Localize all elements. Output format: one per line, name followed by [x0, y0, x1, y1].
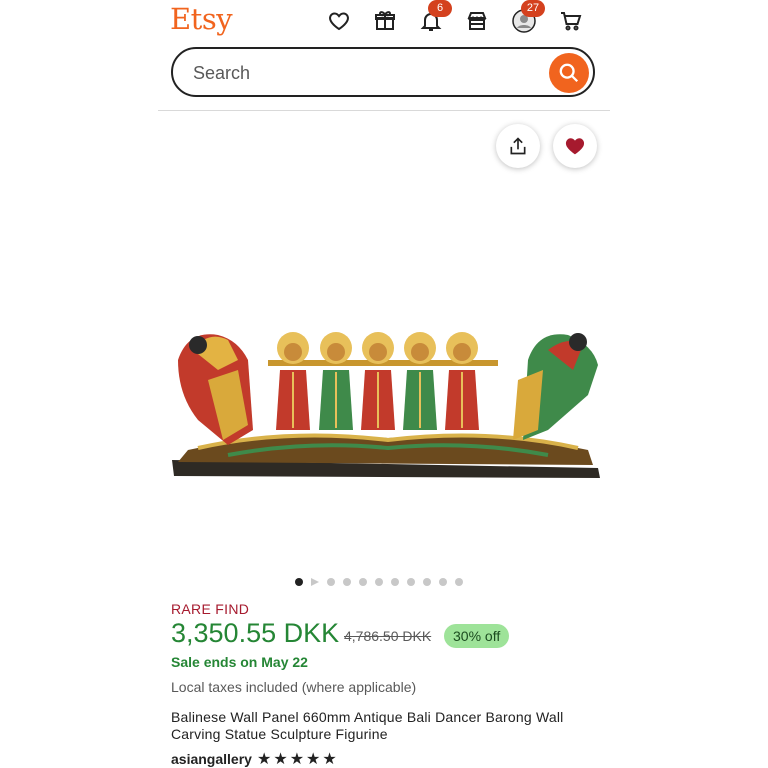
share-icon [510, 137, 526, 155]
product-image[interactable] [168, 300, 608, 500]
top-nav: Etsy 6 27 [158, 0, 610, 40]
rating-stars[interactable]: ★ ★ ★ ★ ★ [257, 751, 337, 768]
account-badge: 27 [521, 0, 545, 17]
notifications-badge: 6 [428, 0, 452, 17]
gallery-dot[interactable] [439, 578, 447, 586]
video-play-icon[interactable] [311, 578, 319, 586]
rare-find-label: RARE FIND [171, 601, 250, 617]
star-icon: ★ [306, 751, 321, 768]
gallery-dot[interactable] [455, 578, 463, 586]
original-price: 4,786.50 DKK [344, 628, 432, 644]
star-icon: ★ [322, 751, 337, 768]
shop-name-link[interactable]: asiangallery [171, 751, 252, 767]
gallery-dot[interactable] [423, 578, 431, 586]
search-button[interactable] [549, 53, 589, 93]
search-icon [559, 63, 579, 83]
sale-price: 3,350.55 DKK [171, 618, 340, 648]
notifications-bell-icon[interactable]: 6 [416, 0, 452, 36]
gallery-dot[interactable] [343, 578, 351, 586]
etsy-logo[interactable]: Etsy [170, 0, 233, 38]
share-button[interactable] [496, 124, 540, 168]
taxes-note: Local taxes included (where applicable) [171, 679, 417, 695]
gallery-dot[interactable] [295, 578, 303, 586]
gallery-dot[interactable] [359, 578, 367, 586]
header-divider [158, 110, 610, 111]
gallery-dot[interactable] [327, 578, 335, 586]
gallery-dot[interactable] [391, 578, 399, 586]
shop-icon[interactable] [462, 6, 492, 36]
favorite-button[interactable] [553, 124, 597, 168]
gallery-pagination [295, 577, 463, 587]
discount-badge: 30% off [444, 624, 510, 648]
gallery-dot[interactable] [407, 578, 415, 586]
star-icon: ★ [289, 751, 305, 768]
favorites-heart-icon[interactable] [324, 6, 354, 36]
cart-icon[interactable] [556, 6, 586, 36]
account-avatar[interactable]: 27 [509, 0, 545, 36]
star-icon: ★ [273, 751, 288, 768]
filled-heart-icon [565, 138, 585, 155]
gallery-dot[interactable] [375, 578, 383, 586]
search-bar [171, 47, 595, 97]
search-input[interactable] [191, 59, 535, 87]
star-icon: ★ [257, 751, 272, 768]
product-title: Balinese Wall Panel 660mm Antique Bali D… [171, 709, 564, 742]
gift-icon[interactable] [370, 6, 400, 36]
sale-ends-text: Sale ends on May 22 [171, 654, 308, 670]
